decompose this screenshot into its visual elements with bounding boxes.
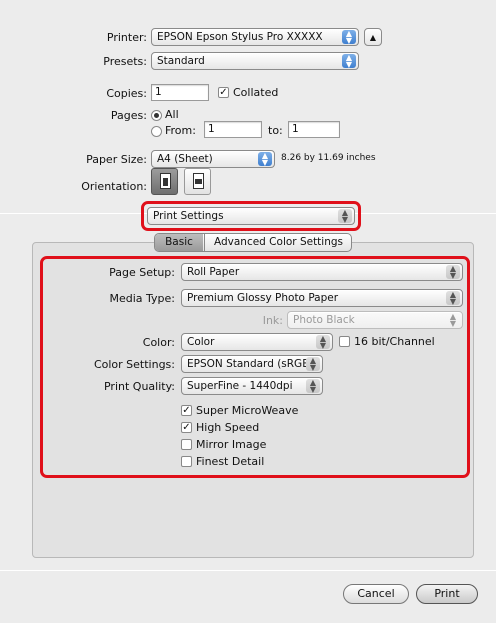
orientation-label: Orientation: [81,180,147,193]
disclosure-triangle-icon: ▲ [369,33,377,42]
print-settings-highlight [141,201,361,231]
pages-from-field[interactable]: 1 [204,121,262,138]
paper-size-popup[interactable]: A4 (Sheet) ▲ ▼ [151,150,275,168]
printer-label: Printer: [106,31,147,44]
landscape-orientation-icon[interactable] [184,168,211,195]
printer-value: EPSON Epson Stylus Pro XXXXX [157,31,323,43]
paper-size-value: A4 (Sheet) [157,153,213,165]
printer-popup[interactable]: EPSON Epson Stylus Pro XXXXX ▲ ▼ [151,28,359,46]
pages-all-label: All [165,108,179,121]
copies-label: Copies: [106,87,147,100]
tab-advanced-color-settings[interactable]: Advanced Color Settings [204,234,351,251]
copies-field[interactable]: 1 [151,84,209,101]
popup-arrows-icon: ▲ ▼ [258,152,272,167]
paper-dimensions: 8.26 by 11.69 inches [281,153,376,163]
portrait-orientation-icon[interactable] [151,168,178,195]
bottom-divider [0,570,496,571]
settings-highlight [40,256,470,478]
pages-to-label: to: [268,124,283,137]
presets-label: Presets: [103,55,147,68]
pages-all-radio[interactable] [151,110,162,121]
paper-size-label: Paper Size: [86,153,147,166]
collated-checkbox[interactable]: ✓ [218,87,229,98]
pages-from-radio[interactable] [151,126,162,137]
pages-to-field[interactable]: 1 [288,121,340,138]
tab-bar: Basic Advanced Color Settings [154,233,352,252]
popup-arrows-icon: ▲ ▼ [342,54,356,69]
presets-value: Standard [157,55,205,67]
print-button[interactable]: Print [416,584,478,604]
tab-basic[interactable]: Basic [155,234,203,251]
pages-from-label: From: [165,124,196,137]
popup-arrows-icon: ▲ ▼ [342,30,356,45]
pages-label: Pages: [110,109,147,122]
presets-popup[interactable]: Standard ▲ ▼ [151,52,359,70]
disclosure-button[interactable]: ▲ [364,28,382,46]
cancel-button[interactable]: Cancel [343,584,409,604]
collated-label: Collated [233,86,279,99]
